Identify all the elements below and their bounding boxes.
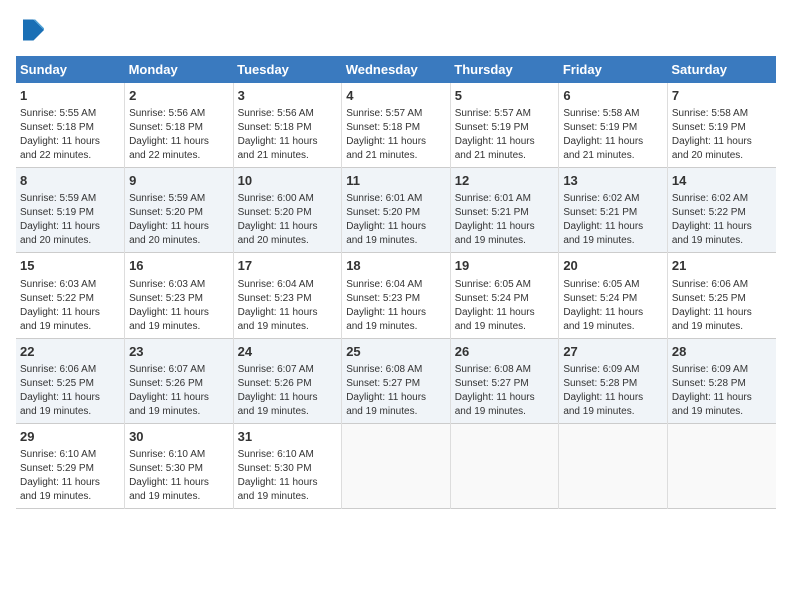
calendar-cell-31: 31Sunrise: 6:10 AMSunset: 5:30 PMDayligh… xyxy=(233,423,342,508)
calendar-cell-7: 7Sunrise: 5:58 AMSunset: 5:19 PMDaylight… xyxy=(667,83,776,168)
calendar-week-4: 22Sunrise: 6:06 AMSunset: 5:25 PMDayligh… xyxy=(16,338,776,423)
calendar-cell-18: 18Sunrise: 6:04 AMSunset: 5:23 PMDayligh… xyxy=(342,253,451,338)
calendar-cell-29: 29Sunrise: 6:10 AMSunset: 5:29 PMDayligh… xyxy=(16,423,125,508)
calendar-cell-14: 14Sunrise: 6:02 AMSunset: 5:22 PMDayligh… xyxy=(667,168,776,253)
calendar-cell-19: 19Sunrise: 6:05 AMSunset: 5:24 PMDayligh… xyxy=(450,253,559,338)
calendar-cell-17: 17Sunrise: 6:04 AMSunset: 5:23 PMDayligh… xyxy=(233,253,342,338)
calendar-cell-empty-w4d6 xyxy=(667,423,776,508)
calendar-cell-20: 20Sunrise: 6:05 AMSunset: 5:24 PMDayligh… xyxy=(559,253,668,338)
logo-icon xyxy=(16,16,44,44)
calendar-cell-4: 4Sunrise: 5:57 AMSunset: 5:18 PMDaylight… xyxy=(342,83,451,168)
calendar-cell-2: 2Sunrise: 5:56 AMSunset: 5:18 PMDaylight… xyxy=(125,83,234,168)
calendar-cell-6: 6Sunrise: 5:58 AMSunset: 5:19 PMDaylight… xyxy=(559,83,668,168)
calendar-cell-empty-w4d3 xyxy=(342,423,451,508)
calendar-cell-21: 21Sunrise: 6:06 AMSunset: 5:25 PMDayligh… xyxy=(667,253,776,338)
weekday-header-wednesday: Wednesday xyxy=(342,56,451,83)
calendar-cell-16: 16Sunrise: 6:03 AMSunset: 5:23 PMDayligh… xyxy=(125,253,234,338)
calendar-week-1: 1Sunrise: 5:55 AMSunset: 5:18 PMDaylight… xyxy=(16,83,776,168)
calendar-cell-30: 30Sunrise: 6:10 AMSunset: 5:30 PMDayligh… xyxy=(125,423,234,508)
weekday-header-monday: Monday xyxy=(125,56,234,83)
weekday-header-thursday: Thursday xyxy=(450,56,559,83)
weekday-header-friday: Friday xyxy=(559,56,668,83)
calendar-cell-9: 9Sunrise: 5:59 AMSunset: 5:20 PMDaylight… xyxy=(125,168,234,253)
logo xyxy=(16,16,48,44)
calendar-cell-5: 5Sunrise: 5:57 AMSunset: 5:19 PMDaylight… xyxy=(450,83,559,168)
calendar-cell-1: 1Sunrise: 5:55 AMSunset: 5:18 PMDaylight… xyxy=(16,83,125,168)
calendar-week-3: 15Sunrise: 6:03 AMSunset: 5:22 PMDayligh… xyxy=(16,253,776,338)
calendar-cell-25: 25Sunrise: 6:08 AMSunset: 5:27 PMDayligh… xyxy=(342,338,451,423)
calendar-cell-22: 22Sunrise: 6:06 AMSunset: 5:25 PMDayligh… xyxy=(16,338,125,423)
weekday-header-sunday: Sunday xyxy=(16,56,125,83)
calendar-cell-12: 12Sunrise: 6:01 AMSunset: 5:21 PMDayligh… xyxy=(450,168,559,253)
weekday-header-saturday: Saturday xyxy=(667,56,776,83)
page-header xyxy=(16,16,776,44)
weekday-header-row: SundayMondayTuesdayWednesdayThursdayFrid… xyxy=(16,56,776,83)
calendar-cell-28: 28Sunrise: 6:09 AMSunset: 5:28 PMDayligh… xyxy=(667,338,776,423)
calendar-cell-11: 11Sunrise: 6:01 AMSunset: 5:20 PMDayligh… xyxy=(342,168,451,253)
calendar-cell-26: 26Sunrise: 6:08 AMSunset: 5:27 PMDayligh… xyxy=(450,338,559,423)
calendar-cell-empty-w4d4 xyxy=(450,423,559,508)
calendar-cell-23: 23Sunrise: 6:07 AMSunset: 5:26 PMDayligh… xyxy=(125,338,234,423)
calendar-table: SundayMondayTuesdayWednesdayThursdayFrid… xyxy=(16,56,776,509)
calendar-cell-13: 13Sunrise: 6:02 AMSunset: 5:21 PMDayligh… xyxy=(559,168,668,253)
calendar-cell-24: 24Sunrise: 6:07 AMSunset: 5:26 PMDayligh… xyxy=(233,338,342,423)
calendar-cell-15: 15Sunrise: 6:03 AMSunset: 5:22 PMDayligh… xyxy=(16,253,125,338)
weekday-header-tuesday: Tuesday xyxy=(233,56,342,83)
calendar-cell-empty-w4d5 xyxy=(559,423,668,508)
calendar-week-2: 8Sunrise: 5:59 AMSunset: 5:19 PMDaylight… xyxy=(16,168,776,253)
calendar-cell-10: 10Sunrise: 6:00 AMSunset: 5:20 PMDayligh… xyxy=(233,168,342,253)
calendar-cell-27: 27Sunrise: 6:09 AMSunset: 5:28 PMDayligh… xyxy=(559,338,668,423)
calendar-cell-8: 8Sunrise: 5:59 AMSunset: 5:19 PMDaylight… xyxy=(16,168,125,253)
calendar-cell-3: 3Sunrise: 5:56 AMSunset: 5:18 PMDaylight… xyxy=(233,83,342,168)
calendar-week-5: 29Sunrise: 6:10 AMSunset: 5:29 PMDayligh… xyxy=(16,423,776,508)
